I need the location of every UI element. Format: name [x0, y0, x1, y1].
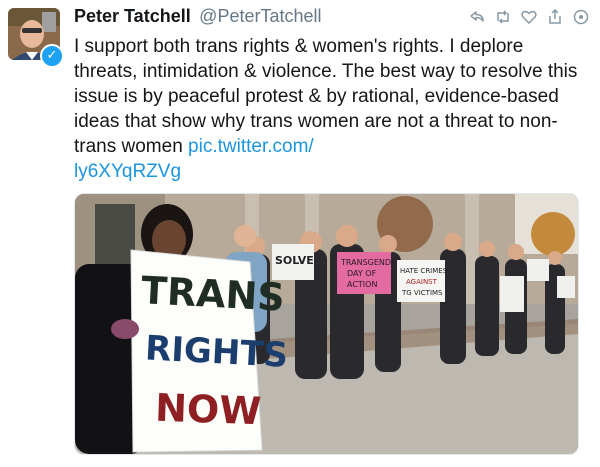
pink-sign-line1: TRANSGENDER [340, 258, 402, 267]
tweet-body: I support both trans rights & women's ri… [74, 36, 578, 157]
white-sign-line1: HATE CRIMES [400, 267, 448, 275]
tweet-text: I support both trans rights & women's ri… [74, 34, 584, 184]
pink-sign-line2: DAY OF [347, 269, 377, 278]
media-link-part2[interactable]: ly6XYqRZVg [74, 161, 181, 182]
like-icon[interactable] [520, 8, 538, 26]
tweet-actions [468, 8, 590, 26]
display-name[interactable]: Peter Tatchell [74, 6, 191, 26]
verified-badge-icon: ✓ [40, 44, 64, 68]
media-link-part1[interactable]: pic.twitter.com/ [188, 136, 314, 157]
hate-crimes-sign: HATE CRIMES AGAINST TG VICTIMS [397, 260, 448, 302]
share-icon[interactable] [546, 8, 564, 26]
retweet-icon[interactable] [494, 8, 512, 26]
white-sign-line2: AGAINST [406, 278, 438, 286]
user-handle[interactable]: @PeterTatchell [199, 6, 321, 26]
sign-word-trans: TRANS [140, 268, 286, 319]
reply-icon[interactable] [468, 8, 486, 26]
white-sign-line3: TG VICTIMS [401, 289, 443, 297]
sign-word-now: NOW [154, 386, 262, 434]
partial-sign-text: SOLVE [275, 254, 314, 267]
tweet-header: Peter Tatchell @PeterTatchell [74, 6, 322, 32]
pink-sign-line3: ACTION [347, 280, 377, 289]
partial-sign: SOLVE [272, 244, 314, 280]
more-icon[interactable] [572, 8, 590, 26]
sign-word-rights: RIGHTS [144, 328, 289, 375]
tweet-card: ✓ Peter Tatchell @PeterTatchell I suppor… [0, 0, 600, 467]
attached-photo[interactable]: TRANS RIGHTS NOW SOLVE TRANSGENDER DAY O… [74, 193, 579, 455]
